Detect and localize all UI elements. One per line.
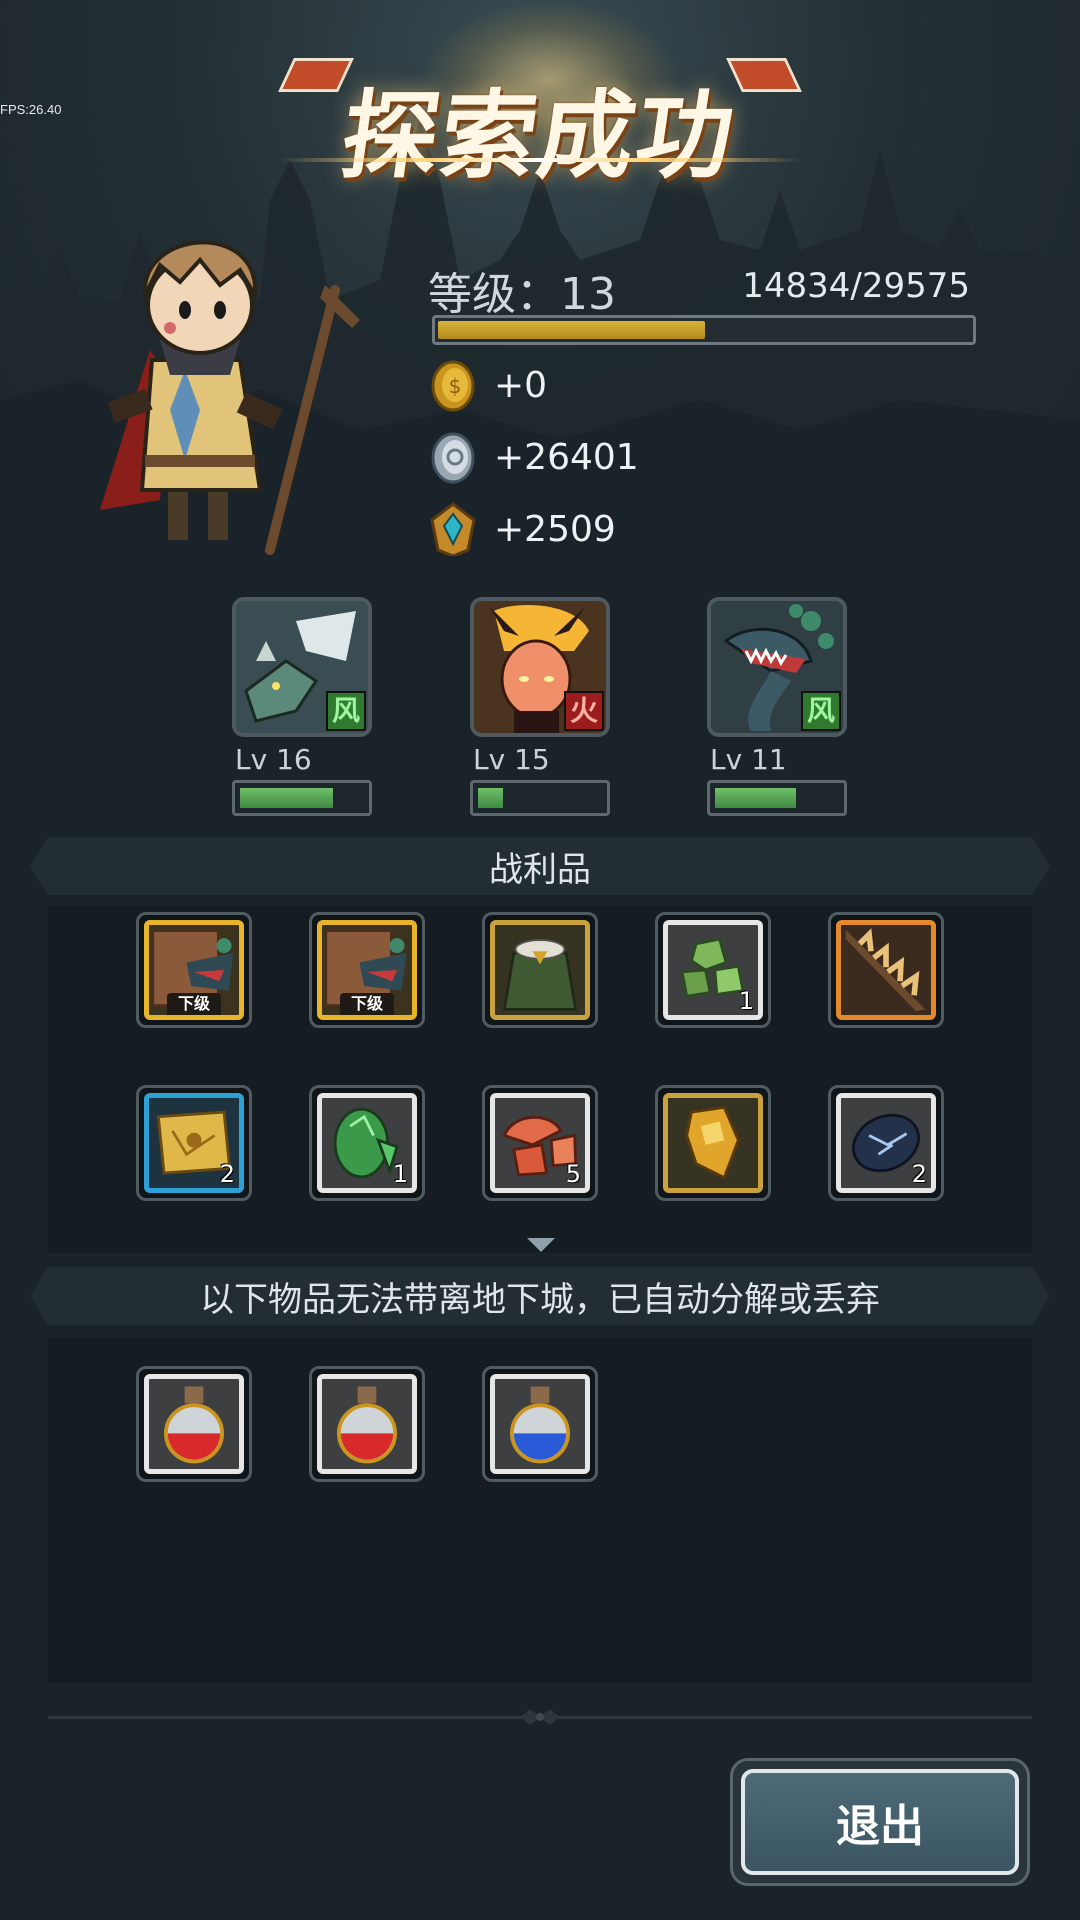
pet-exp-fill — [240, 788, 333, 808]
loot-item[interactable]: 1 — [309, 1085, 425, 1201]
title-banner: 探索成功 — [270, 0, 810, 192]
pet-level: Lv 11 — [710, 743, 787, 776]
divider-ornament-icon — [520, 1709, 560, 1725]
pet-exp-bar — [470, 780, 610, 816]
gold-gauntlet-icon — [685, 1105, 740, 1180]
loot-item[interactable] — [482, 912, 598, 1028]
loot-item[interactable]: 下级 — [136, 912, 252, 1028]
item-tag: 下级 — [167, 993, 221, 1015]
expand-arrow-icon[interactable] — [527, 1238, 555, 1252]
page-title: 探索成功 — [334, 79, 743, 192]
exit-button[interactable]: 退出 — [730, 1758, 1030, 1886]
pet-level: Lv 16 — [235, 743, 312, 776]
red-potion-icon — [337, 1386, 397, 1464]
pet-portrait-frame: 风 — [232, 597, 372, 737]
loot-item[interactable]: 2 — [828, 1085, 944, 1201]
pet-slot-1[interactable]: 风 Lv 16 — [232, 597, 376, 816]
item-count: 5 — [565, 1160, 581, 1188]
loot-header-label: 战利品 — [489, 849, 591, 890]
item-tag: 下级 — [340, 993, 394, 1015]
element-badge: 风 — [326, 691, 366, 731]
pet-exp-bar — [232, 780, 372, 816]
discard-item[interactable] — [482, 1366, 598, 1482]
loot-item[interactable] — [655, 1085, 771, 1201]
gold-coin-icon: $ — [431, 360, 475, 412]
discard-header: 以下物品无法带离地下城，已自动分解或丢弃 — [30, 1267, 1050, 1325]
loot-item[interactable] — [828, 912, 944, 1028]
red-potion-icon — [164, 1386, 224, 1464]
pet-exp-bar — [707, 780, 847, 816]
exp-value: 14834/29575 — [742, 266, 970, 306]
element-badge: 火 — [564, 691, 604, 731]
exp-progress-fill — [438, 321, 705, 339]
item-count: 2 — [911, 1160, 927, 1188]
item-count: 1 — [392, 1160, 408, 1188]
pet-exp-fill — [478, 788, 503, 808]
loot-item[interactable]: 1 — [655, 912, 771, 1028]
item-count: 1 — [738, 987, 754, 1015]
reward-gold-value: +0 — [494, 364, 548, 406]
silver-coin-icon — [431, 432, 475, 484]
discard-header-label: 以下物品无法带离地下城，已自动分解或丢弃 — [200, 1279, 880, 1320]
loot-item[interactable]: 下级 — [309, 912, 425, 1028]
banner-light-line — [280, 158, 800, 162]
pet-level: Lv 15 — [473, 743, 550, 776]
pet-slot-3[interactable]: 风 Lv 11 — [707, 597, 851, 816]
reward-gold: $ +0 — [428, 358, 547, 412]
reward-silver: +26401 — [428, 430, 639, 484]
hero-character — [90, 210, 390, 570]
reward-crest: +2509 — [428, 502, 616, 556]
pet-slot-2[interactable]: 火 Lv 15 — [470, 597, 614, 816]
loot-header: 战利品 — [30, 837, 1050, 895]
pet-portrait-frame: 火 — [470, 597, 610, 737]
exit-button-label: 退出 — [741, 1769, 1019, 1875]
loot-item[interactable]: 5 — [482, 1085, 598, 1201]
discard-item[interactable] — [309, 1366, 425, 1482]
green-cloak-icon — [502, 939, 578, 1011]
player-level: 等级：13 — [428, 269, 616, 320]
crest-badge-icon — [430, 502, 476, 556]
element-badge: 风 — [801, 691, 841, 731]
pet-portrait-frame: 风 — [707, 597, 847, 737]
spiked-tail-icon — [845, 928, 926, 1012]
svg-text:$: $ — [449, 374, 462, 398]
item-count: 2 — [219, 1160, 235, 1188]
loot-item[interactable]: 2 — [136, 1085, 252, 1201]
blue-potion-icon — [510, 1386, 570, 1464]
reward-silver-value: +26401 — [494, 436, 639, 478]
pet-exp-fill — [715, 788, 796, 808]
discard-item[interactable] — [136, 1366, 252, 1482]
exp-progress-bar — [432, 315, 976, 345]
fps-counter: FPS:26.40 — [0, 102, 62, 117]
reward-crest-value: +2509 — [494, 508, 616, 550]
